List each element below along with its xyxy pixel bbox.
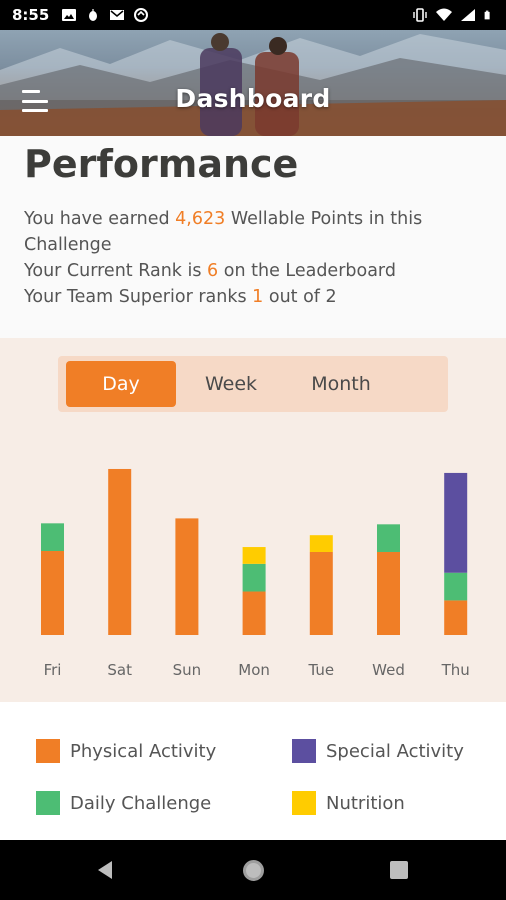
legend-swatch (292, 791, 316, 815)
legend-item-physical-activity: Physical Activity (36, 739, 216, 763)
period-segmented-control: Day Week Month (58, 356, 448, 412)
header-background-image (0, 33, 506, 136)
tab-week[interactable]: Week (176, 361, 286, 407)
performance-section: Performance You have earned 4,623 Wellab… (0, 136, 506, 338)
bar-tue-physical-activity (309, 551, 333, 635)
rank-value: 6 (207, 261, 219, 281)
wifi-icon (436, 8, 452, 21)
bar-wed-daily-challenge (377, 524, 400, 552)
legend-item-nutrition: Nutrition (292, 791, 405, 815)
bar-mon-physical-activity (242, 591, 266, 635)
bar-mon-daily-challenge (242, 563, 266, 592)
bar-sat-physical-activity (108, 468, 132, 635)
chart-panel: Day Week Month Fri Sat Sun Mon Tue Wed Thu (0, 338, 506, 702)
x-tick-label: Fri (44, 661, 62, 679)
page-title: Dashboard (175, 84, 331, 113)
legend-swatch (36, 739, 60, 763)
back-icon[interactable] (96, 860, 114, 880)
legend-swatch (292, 739, 316, 763)
bar-fri-daily-challenge (41, 523, 64, 551)
legend-swatch (36, 791, 60, 815)
status-time: 8:55 (12, 6, 50, 24)
points-line: You have earned 4,623 Wellable Points in… (24, 209, 423, 255)
image-icon (62, 9, 77, 21)
bar-wed-physical-activity (377, 551, 400, 635)
performance-summary: You have earned 4,623 Wellable Points in… (24, 206, 494, 310)
x-tick-label: Mon (238, 661, 270, 679)
home-icon[interactable] (243, 860, 264, 881)
tab-month[interactable]: Month (286, 361, 396, 407)
signal-icon (461, 9, 475, 21)
vibrate-icon (413, 8, 427, 22)
rank-line: Your Current Rank is 6 on the Leaderboar… (24, 261, 396, 281)
stacked-bar-chart: Fri Sat Sun Mon Tue Wed Thu (41, 468, 470, 679)
bar-thu-physical-activity (444, 600, 468, 635)
team-rank-value: 1 (252, 287, 264, 307)
sync-icon (134, 8, 149, 22)
x-tick-label: Wed (372, 661, 405, 679)
bar-thu-special-activity (444, 472, 468, 573)
performance-title: Performance (24, 142, 299, 186)
battery-icon (484, 10, 490, 20)
tab-day[interactable]: Day (66, 361, 176, 407)
chart-legend: Physical Activity Special Activity Daily… (0, 702, 506, 840)
points-value: 4,623 (175, 209, 226, 229)
header-banner: Dashboard (0, 30, 506, 136)
team-rank-line: Your Team Superior ranks 1 out of 2 (24, 287, 337, 307)
legend-item-special-activity: Special Activity (292, 739, 464, 763)
bar-mon-nutrition (242, 547, 266, 564)
recent-apps-icon[interactable] (390, 861, 408, 879)
bar-thu-daily-challenge (444, 572, 468, 601)
bar-fri-physical-activity (41, 551, 64, 635)
bar-tue-nutrition (309, 535, 333, 552)
mail-icon (110, 10, 125, 20)
bar-sun-physical-activity (175, 518, 199, 635)
x-tick-label: Tue (307, 661, 334, 679)
x-tick-label: Sun (173, 661, 202, 679)
x-tick-label: Sat (107, 661, 132, 679)
x-tick-label: Thu (441, 661, 470, 679)
status-bar: 8:55 (0, 0, 506, 30)
android-nav-bar (0, 840, 506, 900)
legend-item-daily-challenge: Daily Challenge (36, 791, 211, 815)
bug-icon (89, 9, 98, 21)
